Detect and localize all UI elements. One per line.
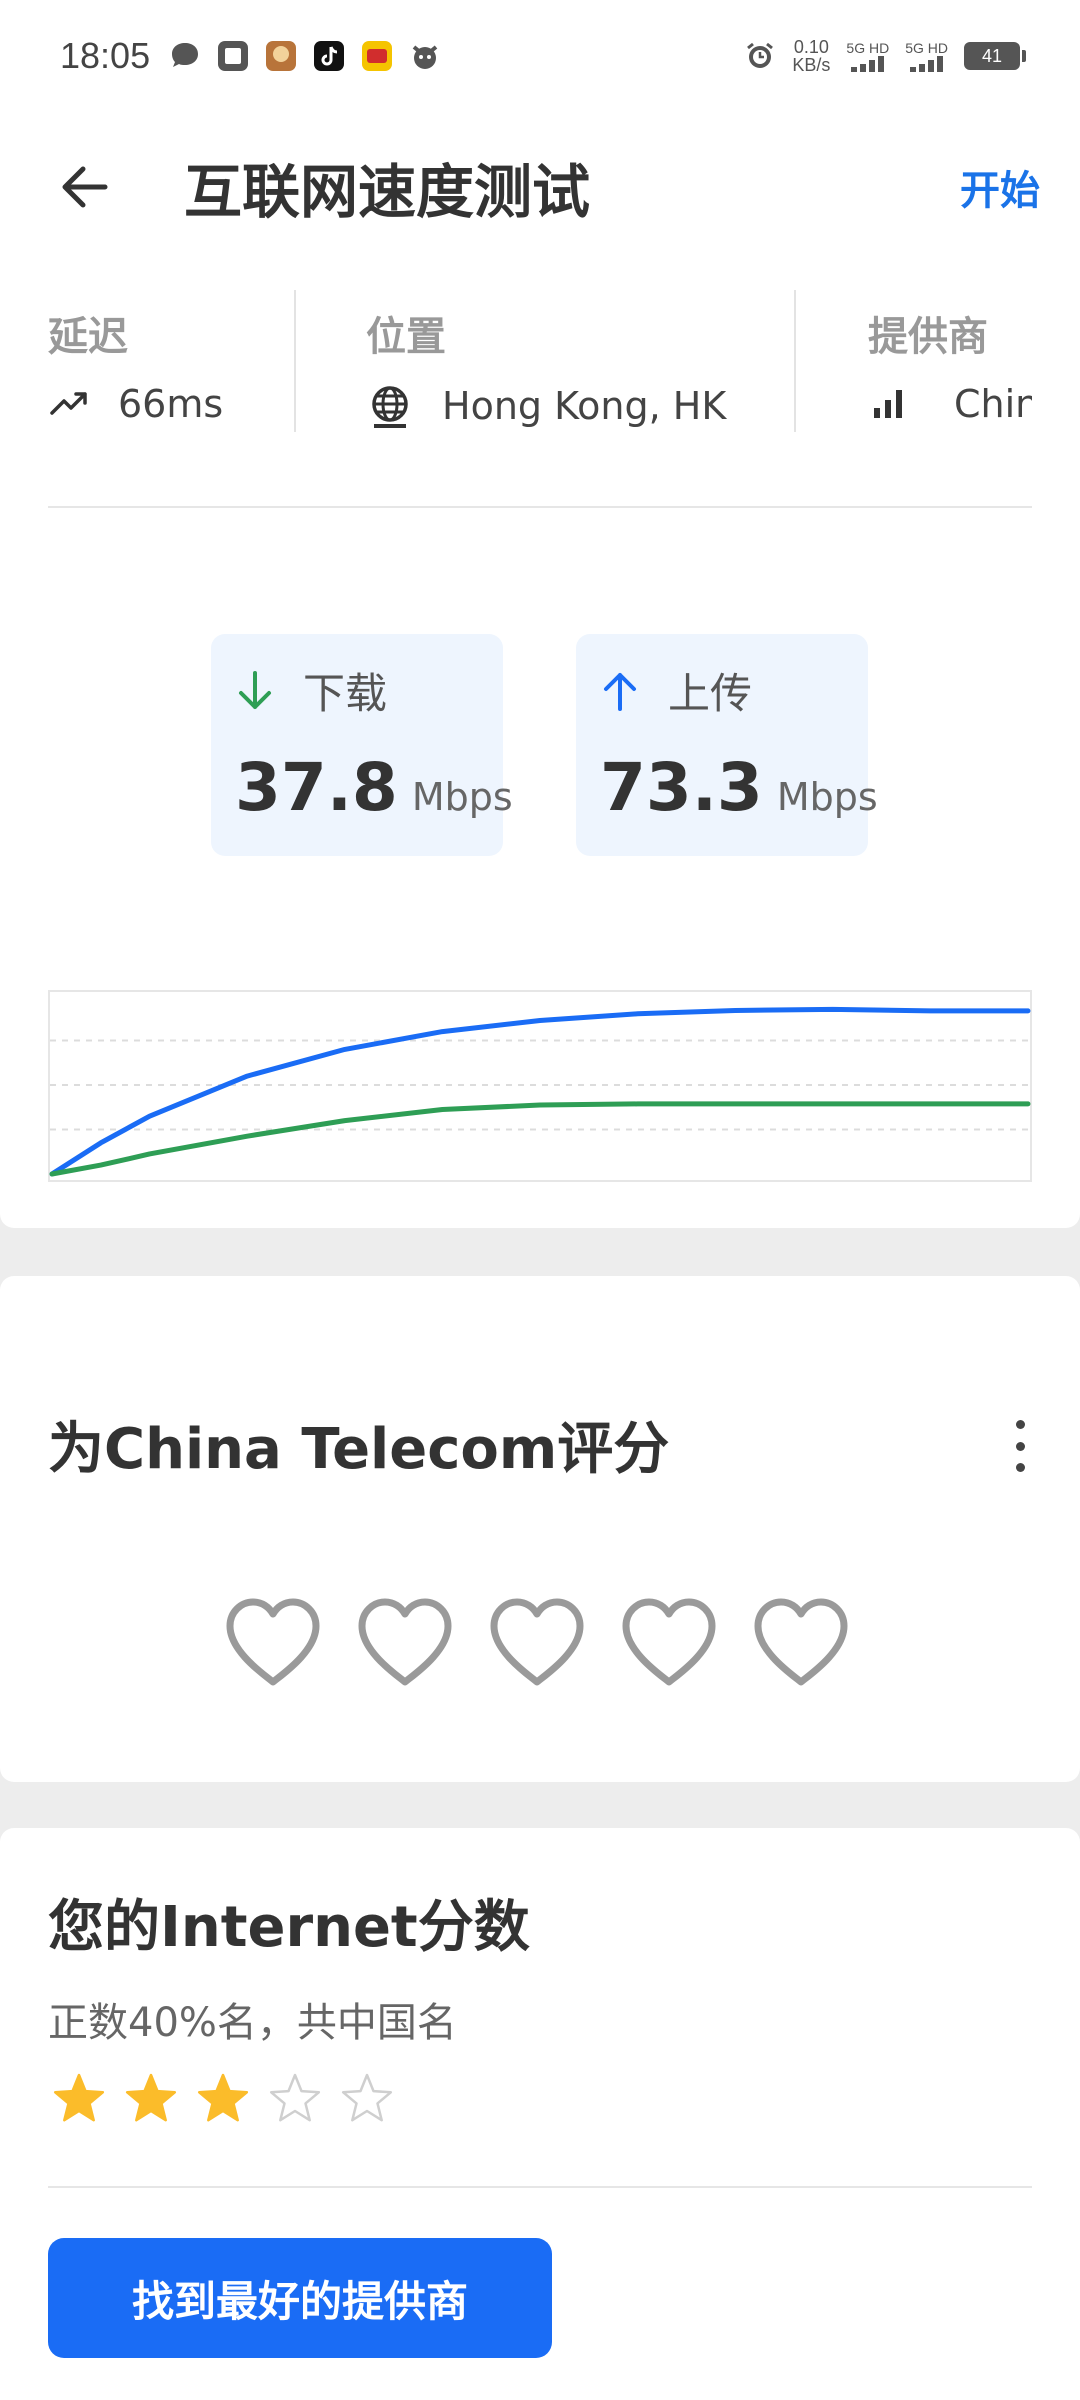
location-value-row: Hong Kong, HK: [366, 382, 794, 430]
speed-test-card: 延迟 66ms 位置 Hong Kong, HK 提供商 China Telec…: [0, 262, 1080, 1228]
back-button[interactable]: [30, 132, 140, 242]
star-filled-icon: [125, 2073, 177, 2122]
alarm-icon: [747, 42, 774, 68]
star-empty-icon: [269, 2073, 321, 2122]
latency-label: 延迟: [48, 314, 128, 360]
download-head: 下载: [235, 660, 479, 721]
location-label: 位置: [366, 314, 446, 360]
upload-head: 上传: [600, 660, 844, 721]
find-best-provider-button[interactable]: 找到最好的提供商: [48, 2238, 552, 2358]
heart-rating-1-icon[interactable]: [222, 1594, 324, 1692]
tiktok-icon: [314, 41, 345, 71]
speed-chart: [48, 990, 1032, 1182]
provider-section: 提供商 China Telecom: [794, 286, 1032, 436]
latency-section: 延迟 66ms: [48, 286, 294, 436]
heart-rating-5-icon[interactable]: [750, 1594, 852, 1692]
heart-rating: [222, 1594, 852, 1692]
provider-value-row: China Telecom: [868, 382, 1032, 426]
download-unit: Mbps: [411, 775, 513, 819]
more-options-button[interactable]: [1000, 1416, 1040, 1476]
status-bar: 18:05 0.10 KB/s 5G HD 5G HD 41: [0, 0, 1080, 112]
score-card: 您的Internet分数 正数40%名，共中国名 找到最好的提供商: [0, 1828, 1080, 2400]
arrow-up-icon: [604, 672, 636, 711]
heart-rating-3-icon[interactable]: [486, 1594, 588, 1692]
upload-value: 73.3: [600, 749, 763, 826]
download-card: 下载 37.8 Mbps: [211, 634, 513, 856]
latency-value: 66ms: [118, 382, 224, 426]
chat-icon: [172, 43, 199, 67]
heart-rating-2-icon[interactable]: [354, 1594, 456, 1692]
star-filled-icon: [53, 2073, 105, 2122]
upload-value-row: 73.3 Mbps: [600, 749, 878, 826]
signal-bars-icon: [874, 390, 902, 418]
arrow-down-icon: [239, 670, 271, 709]
score-subtitle: 正数40%名，共中国名: [48, 2000, 457, 2046]
sim1-signal: 5G HD: [846, 40, 889, 72]
status-right: 0.10 KB/s 5G HD 5G HD 41: [744, 38, 1026, 74]
star-rating: [52, 2072, 394, 2126]
sim1-bars-icon: [851, 56, 885, 72]
rating-card: 为China Telecom评分: [0, 1276, 1080, 1782]
mascot-app-icon: [412, 45, 438, 69]
provider-label: 提供商: [868, 314, 988, 360]
download-value-row: 37.8 Mbps: [235, 749, 513, 826]
location-value: Hong Kong, HK: [442, 384, 727, 428]
net-speed-value: 0.10: [793, 37, 829, 57]
download-label: 下载: [303, 669, 388, 718]
info-row: 延迟 66ms 位置 Hong Kong, HK 提供商 China Telec…: [48, 286, 1032, 436]
upload-card: 上传 73.3 Mbps: [576, 634, 878, 856]
upload-label: 上传: [668, 669, 753, 718]
sim2-signal: 5G HD: [905, 40, 948, 72]
location-section: 位置 Hong Kong, HK: [294, 286, 794, 436]
download-value: 37.8: [235, 749, 398, 826]
sim1-label: 5G HD: [846, 40, 890, 56]
trending-up-icon: [50, 392, 87, 415]
net-speed-unit: KB/s: [792, 55, 831, 75]
star-filled-icon: [197, 2073, 249, 2122]
star-empty-icon: [341, 2073, 393, 2122]
divider: [48, 2186, 1032, 2188]
upload-unit: Mbps: [776, 775, 878, 819]
video-app-icon: [362, 41, 393, 71]
page-title: 互联网速度测试: [184, 158, 591, 226]
net-speed: 0.10 KB/s: [792, 38, 830, 74]
sim2-bars-icon: [910, 56, 944, 72]
status-time: 18:05: [60, 35, 151, 76]
provider-value: China Telecom: [954, 382, 1032, 426]
start-button[interactable]: 开始: [960, 158, 1040, 216]
latency-value-row: 66ms: [48, 382, 294, 426]
game-app-icon: [266, 41, 297, 71]
arrow-back-icon: [62, 166, 108, 208]
sim2-label: 5G HD: [905, 40, 948, 56]
globe-icon: [372, 386, 408, 428]
score-title: 您的Internet分数: [48, 1895, 530, 1960]
rating-title: 为China Telecom评分: [48, 1417, 670, 1482]
notification-icons: [168, 39, 442, 73]
divider: [48, 506, 1032, 508]
pay-app-icon: [218, 41, 249, 71]
heart-rating-4-icon[interactable]: [618, 1594, 720, 1692]
battery-icon: 41: [964, 42, 1026, 70]
app-bar: 互联网速度测试 开始: [0, 112, 1080, 262]
